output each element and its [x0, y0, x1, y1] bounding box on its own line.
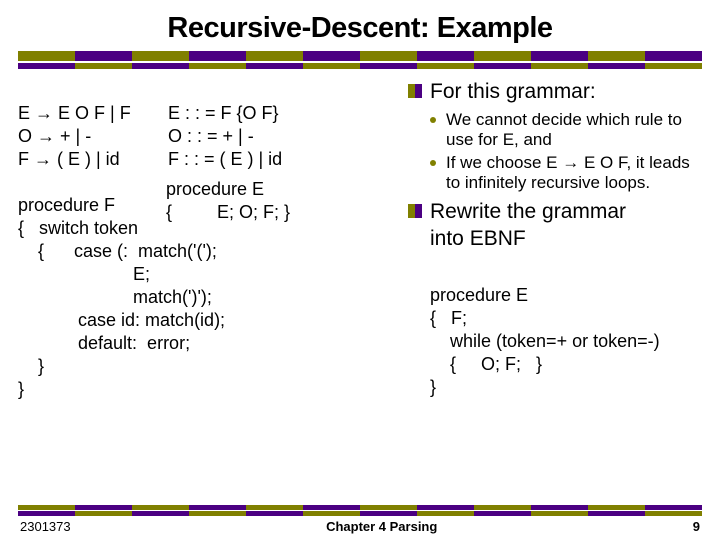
proc-f-line: } — [18, 356, 44, 376]
proc-f-line: default: error; — [18, 333, 190, 353]
grammar-line: O → + | - — [18, 126, 91, 146]
proc-f-line: procedure F — [18, 195, 115, 215]
title-underline-2 — [18, 63, 702, 69]
title-underline-1 — [18, 51, 702, 61]
sub-bullet-list: We cannot decide which rule to use for E… — [430, 110, 702, 194]
proc-line: procedure E — [430, 285, 528, 305]
bullet-text: Rewrite the grammarinto EBNF — [430, 199, 626, 253]
sub-bullet-item: If we choose E → E O F, it leads to infi… — [430, 153, 702, 194]
proc-line: while (token=+ or token=-) — [430, 331, 660, 351]
left-column: E → E O F | F O → + | - F → ( E ) | id E… — [18, 79, 408, 401]
bullet-rewrite: Rewrite the grammarinto EBNF — [408, 199, 702, 253]
footer-decoration — [18, 504, 702, 516]
content-area: E → E O F | F O → + | - F → ( E ) | id E… — [0, 71, 720, 401]
footer-chapter: Chapter 4 Parsing — [326, 519, 437, 534]
proc-line: { O; F; } — [430, 354, 542, 374]
slide-title: Recursive-Descent: Example — [0, 0, 720, 51]
ebnf-line: O : : = + | - — [168, 126, 254, 146]
footer-course-code: 2301373 — [20, 519, 71, 534]
proc-e-line: { E; O; F; } — [166, 202, 290, 222]
diamond-bullet-icon — [408, 84, 422, 98]
grammar-line: F → ( E ) | id — [18, 149, 120, 169]
proc-e-line: procedure E — [166, 179, 264, 199]
procedure-e-ebnf: procedure E { F; while (token=+ or token… — [430, 261, 702, 399]
proc-line: { F; — [430, 308, 467, 328]
bullet-text: For this grammar: — [430, 79, 596, 106]
proc-f-line: { switch token — [18, 218, 138, 238]
sub-bullet-text: If we choose E → E O F, it leads to infi… — [446, 153, 702, 194]
sub-bullet-text: We cannot decide which rule to use for E… — [446, 110, 702, 151]
proc-f-line: match(')'); — [18, 287, 212, 307]
proc-f-line: E; — [18, 264, 150, 284]
dot-bullet-icon — [430, 117, 436, 123]
bullet-for-this-grammar: For this grammar: — [408, 79, 702, 106]
sub-bullet-item: We cannot decide which rule to use for E… — [430, 110, 702, 151]
dot-bullet-icon — [430, 160, 436, 166]
proc-line: } — [430, 377, 436, 397]
right-column: For this grammar: We cannot decide which… — [408, 79, 702, 401]
slide-footer: 2301373 Chapter 4 Parsing 9 — [0, 519, 720, 534]
proc-f-line: } — [18, 379, 24, 399]
ebnf-line: E : : = F {O F} — [168, 103, 279, 123]
proc-f-line: { case (: match('('); — [18, 241, 217, 261]
grammar-line: E → E O F | F — [18, 103, 131, 123]
diamond-bullet-icon — [408, 204, 422, 218]
footer-page-number: 9 — [693, 519, 700, 534]
proc-f-line: case id: match(id); — [18, 310, 225, 330]
procedure-e-short: procedure E { E; O; F; } — [166, 155, 290, 224]
